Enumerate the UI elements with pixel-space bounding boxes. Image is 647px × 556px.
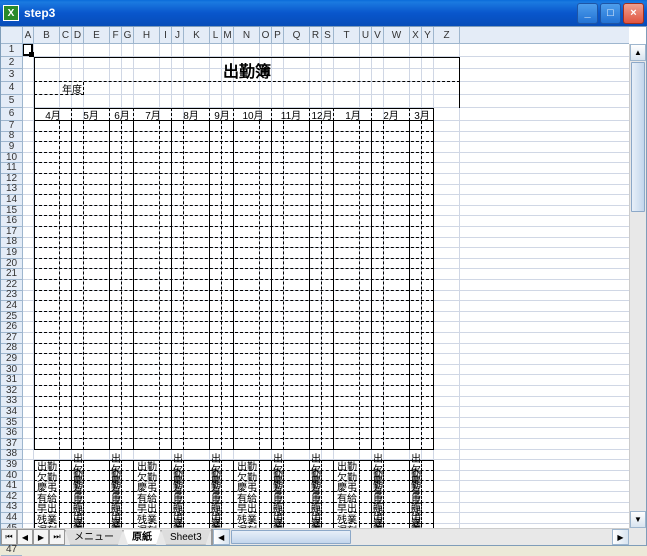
column-header[interactable]: X	[410, 27, 422, 44]
column-headers: ABCDEFGHIJKLMNOPQRSTUVWXYZ	[1, 27, 629, 44]
horizontal-scroll-thumb[interactable]	[231, 530, 351, 544]
column-header[interactable]: M	[222, 27, 234, 44]
month-header[interactable]: 12月	[310, 108, 334, 121]
column-header[interactable]: Z	[434, 27, 460, 44]
column-header[interactable]: I	[160, 27, 172, 44]
tab-next-button[interactable]: ▶	[33, 529, 49, 545]
row-header[interactable]: 3	[1, 69, 22, 82]
row-header[interactable]: 2	[1, 57, 22, 69]
column-header[interactable]: Y	[422, 27, 434, 44]
sheet-tab-genshi[interactable]: 原紙	[123, 530, 161, 545]
month-header[interactable]: 8月	[172, 108, 210, 121]
month-header[interactable]: 4月	[34, 108, 72, 121]
column-header[interactable]: Q	[284, 27, 310, 44]
horizontal-scrollbar-area: ⏮ ◀ ▶ ⏭ メニュー 原紙 Sheet3 ◀ ▶	[1, 528, 629, 545]
column-header[interactable]: V	[372, 27, 384, 44]
scroll-up-button[interactable]: ▲	[630, 44, 646, 61]
month-header[interactable]: 6月	[110, 108, 134, 121]
column-header[interactable]: E	[84, 27, 110, 44]
row-header[interactable]: 1	[1, 44, 22, 57]
select-all-corner[interactable]	[1, 27, 23, 43]
column-header[interactable]: B	[34, 27, 60, 44]
app-icon: X	[3, 5, 19, 21]
close-button[interactable]: ×	[623, 3, 644, 24]
horizontal-scrollbar[interactable]: ◀ ▶	[211, 529, 629, 545]
maximize-button[interactable]: □	[600, 3, 621, 24]
tab-last-button[interactable]: ⏭	[49, 529, 65, 545]
column-header[interactable]: G	[122, 27, 134, 44]
column-header[interactable]: O	[260, 27, 272, 44]
column-header[interactable]: F	[110, 27, 122, 44]
column-header[interactable]: R	[310, 27, 322, 44]
vertical-scroll-thumb[interactable]	[631, 62, 645, 212]
scroll-left-button[interactable]: ◀	[213, 529, 230, 545]
row-headers: 1234567891011121314151617181920212223242…	[1, 44, 23, 528]
month-header[interactable]: 11月	[272, 108, 310, 121]
column-header[interactable]: C	[60, 27, 72, 44]
row-header[interactable]: 5	[1, 95, 22, 108]
column-header[interactable]: H	[134, 27, 160, 44]
scroll-right-button[interactable]: ▶	[612, 529, 629, 545]
tab-prev-button[interactable]: ◀	[17, 529, 33, 545]
column-header[interactable]: T	[334, 27, 360, 44]
month-header[interactable]: 5月	[72, 108, 110, 121]
column-header[interactable]: L	[210, 27, 222, 44]
row-header[interactable]: 4	[1, 82, 22, 95]
minimize-button[interactable]: _	[577, 3, 598, 24]
month-header[interactable]: 1月	[334, 108, 372, 121]
row-header[interactable]: 47	[1, 545, 22, 556]
window-buttons: _ □ ×	[577, 3, 644, 24]
month-header[interactable]: 2月	[372, 108, 410, 121]
year-label[interactable]: 年度	[60, 82, 84, 95]
sheet-tab-bar: ⏮ ◀ ▶ ⏭ メニュー 原紙 Sheet3	[1, 529, 211, 545]
column-header[interactable]: D	[72, 27, 84, 44]
sheet-tab-menu[interactable]: メニュー	[65, 530, 123, 545]
vertical-scrollbar[interactable]: ▲ ▼	[629, 44, 646, 528]
column-header[interactable]: A	[23, 27, 34, 44]
month-header[interactable]: 7月	[134, 108, 172, 121]
column-header[interactable]: U	[360, 27, 372, 44]
column-header[interactable]: P	[272, 27, 284, 44]
title-cell[interactable]: 出勤簿	[34, 57, 460, 82]
scroll-down-button[interactable]: ▼	[630, 511, 646, 528]
column-header[interactable]: N	[234, 27, 260, 44]
resize-grip[interactable]	[629, 528, 646, 545]
workbook-window: ABCDEFGHIJKLMNOPQRSTUVWXYZ 1234567891011…	[0, 26, 647, 546]
month-header[interactable]: 3月	[410, 108, 434, 121]
window-title: step3	[24, 6, 577, 20]
spreadsheet-grid[interactable]: 出勤簿年度4月5月6月7月8月9月10月11月12月1月2月3月出勤出勤出勤出勤…	[23, 44, 629, 528]
column-header[interactable]: J	[172, 27, 184, 44]
month-header[interactable]: 10月	[234, 108, 272, 121]
tab-first-button[interactable]: ⏮	[1, 529, 17, 545]
column-header[interactable]: W	[384, 27, 410, 44]
month-header[interactable]: 9月	[210, 108, 234, 121]
sheet-tab-sheet3[interactable]: Sheet3	[161, 530, 211, 545]
title-bar: X step3 _ □ ×	[0, 0, 647, 26]
column-header[interactable]: K	[184, 27, 210, 44]
column-header[interactable]: S	[322, 27, 334, 44]
